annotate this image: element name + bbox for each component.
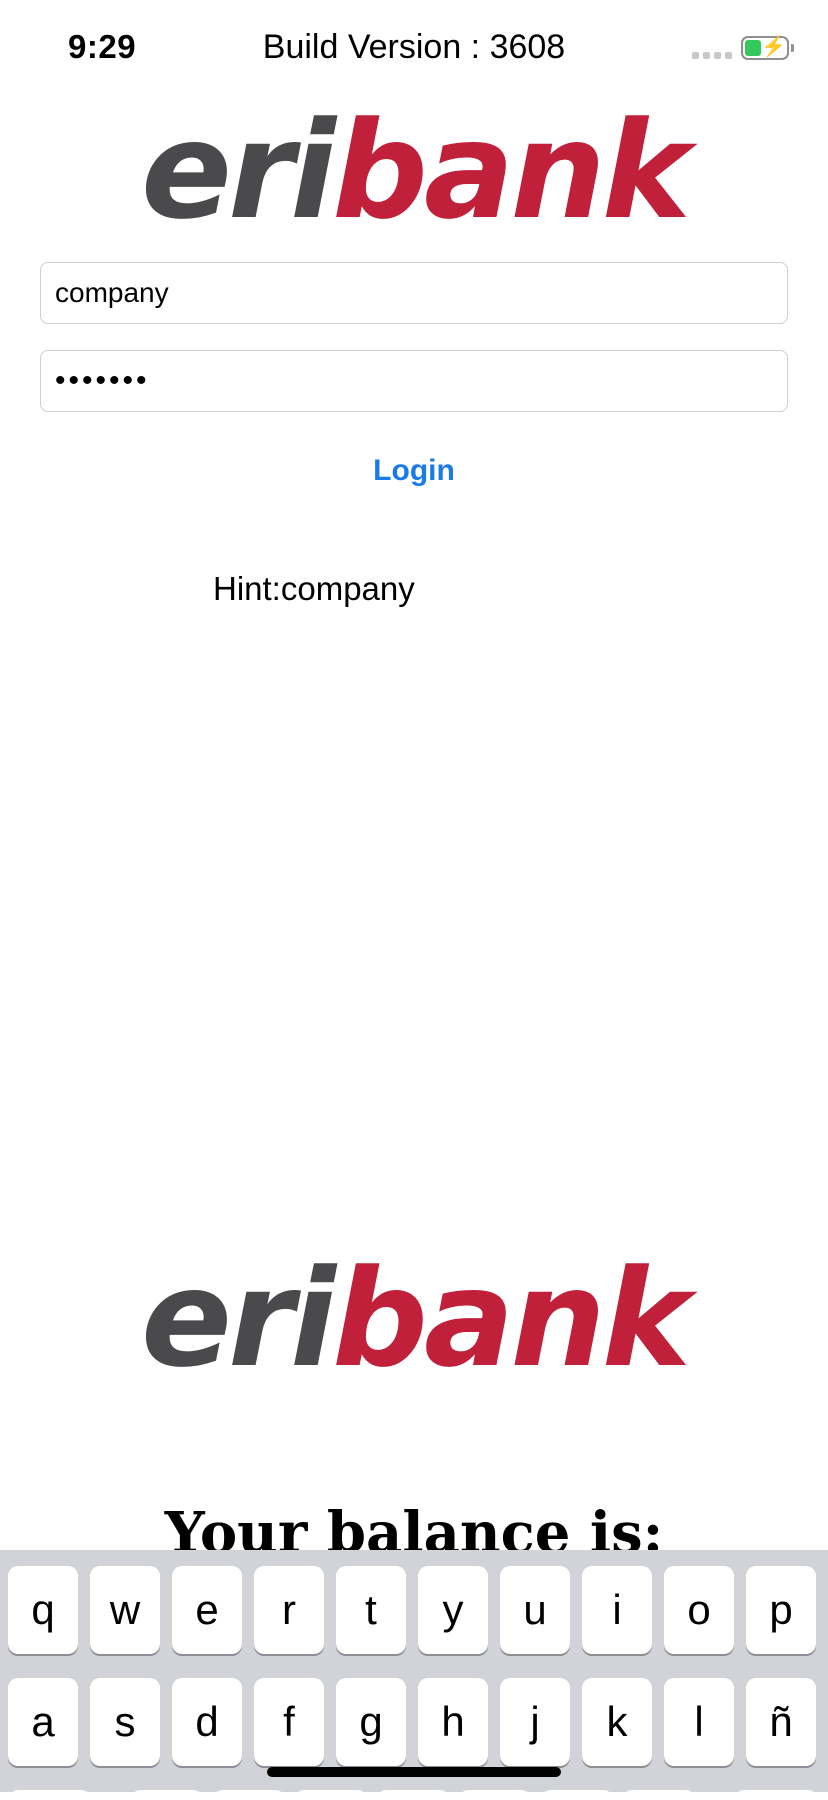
keyboard-key-e[interactable]: e bbox=[172, 1566, 242, 1654]
keyboard-key-f[interactable]: f bbox=[254, 1678, 324, 1766]
keyboard-key-h[interactable]: h bbox=[418, 1678, 488, 1766]
password-value: ••••••• bbox=[55, 364, 150, 397]
keyboard-key-w[interactable]: w bbox=[90, 1566, 160, 1654]
username-value: company bbox=[55, 277, 169, 308]
keyboard-key-j[interactable]: j bbox=[500, 1678, 570, 1766]
keyboard-key-d[interactable]: d bbox=[172, 1678, 242, 1766]
signal-icon bbox=[692, 52, 732, 59]
password-field[interactable]: ••••••• bbox=[40, 350, 788, 412]
keyboard-key-s[interactable]: s bbox=[90, 1678, 160, 1766]
keyboard-key-p[interactable]: p bbox=[746, 1566, 816, 1654]
keyboard-key-q[interactable]: q bbox=[8, 1566, 78, 1654]
home-indicator bbox=[267, 1767, 561, 1777]
battery-charging-icon: ⚡ bbox=[741, 36, 794, 60]
keyboard-key-k[interactable]: k bbox=[582, 1678, 652, 1766]
keyboard-key-ñ[interactable]: ñ bbox=[746, 1678, 816, 1766]
keyboard-key-y[interactable]: y bbox=[418, 1566, 488, 1654]
keyboard-key-u[interactable]: u bbox=[500, 1566, 570, 1654]
keyboard-key-o[interactable]: o bbox=[664, 1566, 734, 1654]
hint-text: Hint:company bbox=[213, 570, 415, 607]
login-button[interactable]: Login bbox=[0, 454, 828, 488]
eribank-logo: eribank bbox=[141, 93, 691, 249]
keyboard-key-r[interactable]: r bbox=[254, 1566, 324, 1654]
build-version-label: Build Version : 3608 bbox=[262, 28, 566, 66]
keyboard-key-g[interactable]: g bbox=[336, 1678, 406, 1766]
status-bar: 9:29 Build Version : 3608 ⚡ bbox=[0, 0, 828, 100]
username-field[interactable]: company bbox=[40, 262, 788, 324]
keyboard-key-i[interactable]: i bbox=[582, 1566, 652, 1654]
keyboard-key-a[interactable]: a bbox=[8, 1678, 78, 1766]
keyboard-key-t[interactable]: t bbox=[336, 1566, 406, 1654]
keyboard-key-l[interactable]: l bbox=[664, 1678, 734, 1766]
eribank-logo-secondary: eribank bbox=[141, 1241, 691, 1397]
